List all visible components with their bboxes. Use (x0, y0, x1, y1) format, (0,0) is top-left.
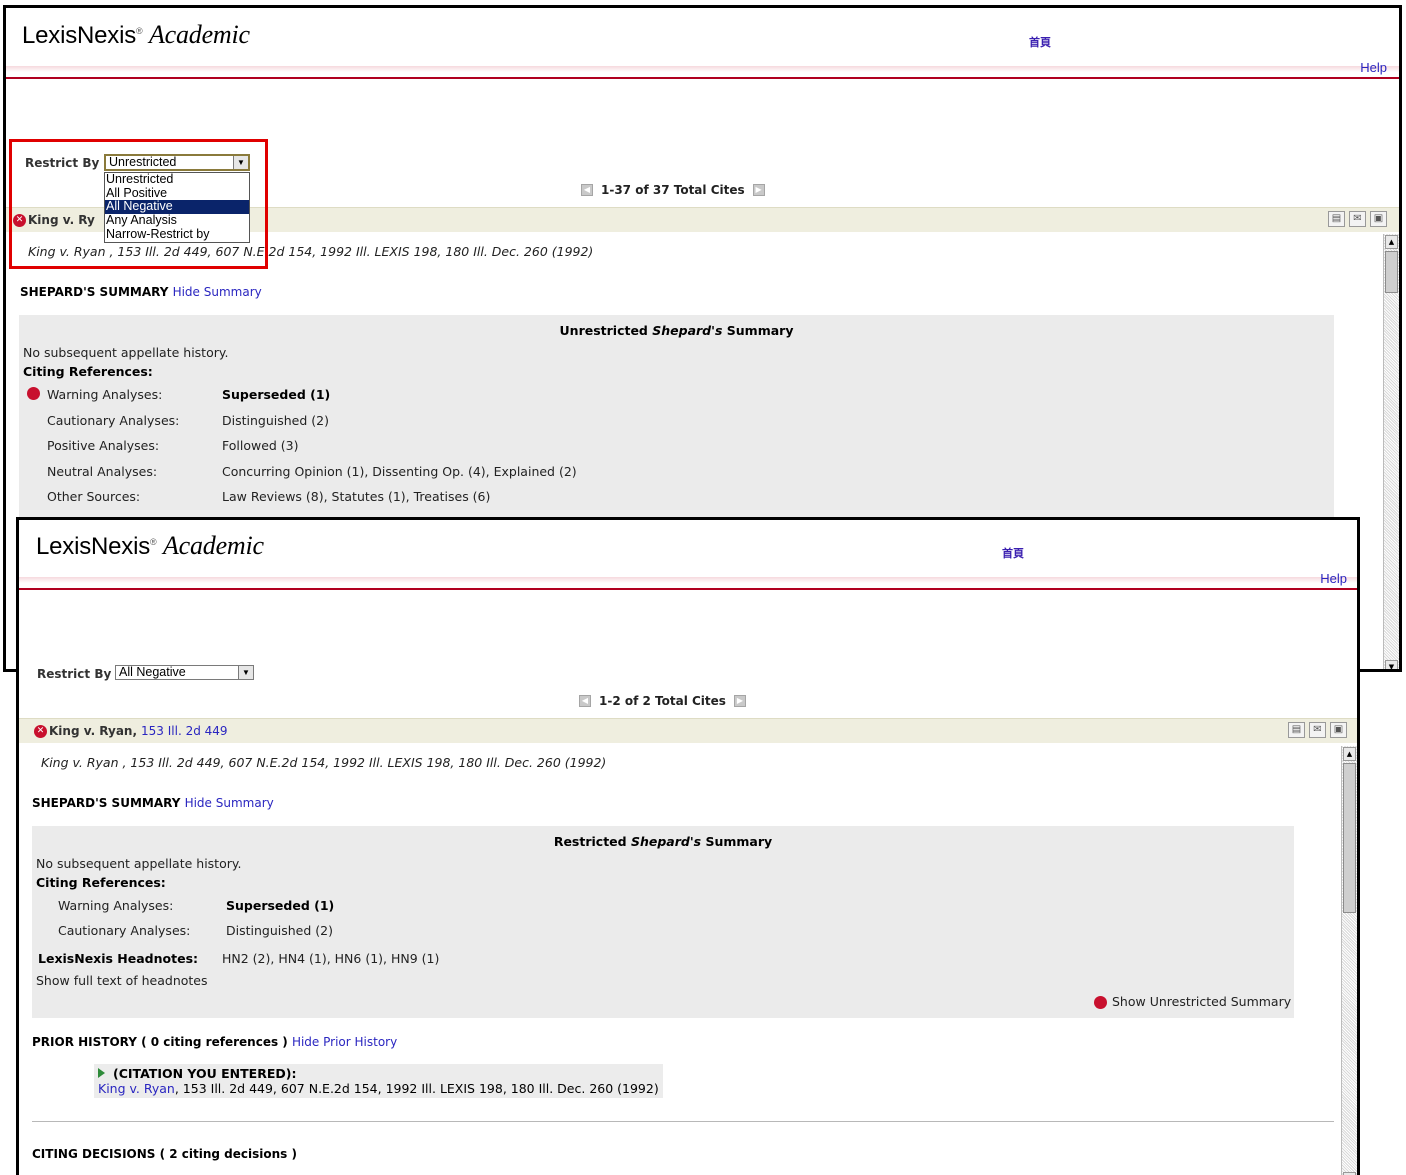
warning-analyses-label: Warning Analyses: (58, 898, 174, 913)
pagination-text: 1-2 of 2 Total Cites (599, 694, 726, 708)
document-tools: ▤ ✉ ▣ (1288, 722, 1347, 738)
entered-case-link[interactable]: King v. Ryan (98, 1081, 175, 1096)
no-history-text: No subsequent appellate history. (36, 856, 242, 871)
save-icon[interactable]: ▣ (1330, 722, 1347, 738)
pagination-text: 1-37 of 37 Total Cites (601, 183, 745, 197)
warning-analyses-value[interactable]: Superseded (1) (226, 898, 334, 913)
email-icon[interactable]: ✉ (1309, 722, 1326, 738)
print-icon[interactable]: ▤ (1288, 722, 1305, 738)
shepards-summary-box: Restricted Shepard's Summary No subseque… (32, 826, 1294, 1018)
vertical-scrollbar[interactable]: ▲ ▼ (1383, 234, 1399, 669)
citation-entered-label: (CITATION YOU ENTERED): (113, 1066, 297, 1081)
vertical-scrollbar[interactable]: ▲ ▼ (1341, 746, 1357, 1175)
print-icon[interactable]: ▤ (1328, 211, 1345, 227)
shepards-summary-heading: SHEPARD'S SUMMARY Hide Summary (20, 285, 262, 299)
unrestricted-stop-icon (1094, 996, 1107, 1009)
citation-entered-block: (CITATION YOU ENTERED): King v. Ryan, 15… (94, 1064, 663, 1098)
document-tools: ▤ ✉ ▣ (1328, 211, 1387, 227)
restricted-results-window: LexisNexis® Academic 首頁 Help Restrict By… (16, 517, 1360, 1175)
show-full-headnotes-link[interactable]: Show full text of headnotes (36, 973, 208, 988)
next-page-icon[interactable]: ▶ (752, 184, 765, 196)
header-shade (6, 66, 1399, 72)
restrict-by-label: Restrict By (37, 667, 112, 681)
neutral-analyses-label: Neutral Analyses: (47, 464, 158, 479)
save-icon[interactable]: ▣ (1370, 211, 1387, 227)
cautionary-analyses-label: Cautionary Analyses: (58, 923, 191, 938)
pagination: ◀ 1-2 of 2 Total Cites ▶ (579, 694, 746, 708)
next-page-icon[interactable]: ▶ (733, 695, 746, 707)
headnotes-value[interactable]: HN2 (2), HN4 (1), HN6 (1), HN9 (1) (222, 951, 439, 966)
citing-references-label: Citing References: (36, 875, 166, 890)
cautionary-analyses-value[interactable]: Distinguished (2) (226, 923, 333, 938)
restrict-by-select[interactable]: All Negative ▼ (115, 665, 254, 680)
show-unrestricted-summary-link[interactable]: Show Unrestricted Summary (1112, 994, 1291, 1009)
full-citation: King v. Ryan , 153 Ill. 2d 449, 607 N.E.… (41, 755, 607, 770)
entered-citation-text: , 153 Ill. 2d 449, 607 N.E.2d 154, 1992 … (174, 1081, 659, 1096)
case-citation-link[interactable]: 153 Ill. 2d 449 (141, 724, 228, 738)
headnotes-label: LexisNexis Headnotes: (38, 951, 199, 966)
x-circle-icon[interactable]: ✕ (34, 724, 47, 738)
section-divider (32, 1121, 1334, 1122)
header-shade (19, 577, 1357, 583)
scroll-down-icon[interactable]: ▼ (1385, 660, 1398, 669)
hide-summary-link[interactable]: Hide Summary (173, 285, 262, 299)
highlight-annotation (9, 139, 268, 269)
prev-page-icon[interactable]: ◀ (581, 184, 593, 196)
prior-history-heading: PRIOR HISTORY ( 0 citing references ) Hi… (32, 1035, 398, 1049)
summary-title: Restricted Shepard's Summary (553, 834, 773, 849)
scrollbar-thumb[interactable] (1385, 251, 1398, 293)
header-rule (19, 588, 1357, 590)
citing-references-label: Citing References: (23, 364, 153, 379)
no-history-text: No subsequent appellate history. (23, 345, 229, 360)
warning-analyses-value[interactable]: Superseded (1) (222, 387, 330, 402)
restrict-by-value: All Negative (119, 665, 186, 679)
neutral-analyses-value[interactable]: Concurring Opinion (1), Dissenting Op. (… (222, 464, 577, 479)
scroll-up-icon[interactable]: ▲ (1343, 747, 1356, 761)
hide-prior-history-link[interactable]: Hide Prior History (292, 1035, 397, 1049)
case-name: King v. Ryan, (49, 724, 138, 738)
shepards-summary-heading: SHEPARD'S SUMMARY Hide Summary (32, 796, 274, 810)
warning-analyses-label: Warning Analyses: (47, 387, 163, 402)
lexisnexis-logo: LexisNexis® Academic (22, 20, 250, 49)
citing-decisions-heading: CITING DECISIONS ( 2 citing decisions ) (32, 1147, 297, 1161)
email-icon[interactable]: ✉ (1349, 211, 1366, 227)
summary-title: Unrestricted Shepard's Summary (559, 323, 794, 338)
help-link[interactable]: Help (1320, 571, 1347, 586)
home-link[interactable]: 首頁 (1029, 34, 1051, 50)
home-link[interactable]: 首頁 (1002, 545, 1024, 561)
other-sources-label: Other Sources: (47, 489, 141, 504)
cautionary-analyses-value[interactable]: Distinguished (2) (222, 413, 329, 428)
hide-summary-link[interactable]: Hide Summary (185, 796, 274, 810)
help-link[interactable]: Help (1360, 60, 1387, 75)
scrollbar-thumb[interactable] (1343, 763, 1356, 913)
chevron-down-icon[interactable]: ▼ (238, 666, 253, 679)
case-title: ✕ King v. Ryan, 153 Ill. 2d 449 (34, 724, 228, 738)
warning-stop-icon (27, 387, 40, 400)
header-rule (6, 77, 1399, 79)
scroll-up-icon[interactable]: ▲ (1385, 235, 1398, 249)
expand-triangle-icon[interactable] (98, 1068, 105, 1078)
lexisnexis-logo: LexisNexis® Academic (36, 531, 264, 560)
positive-analyses-value[interactable]: Followed (3) (222, 438, 299, 453)
positive-analyses-label: Positive Analyses: (47, 438, 160, 453)
other-sources-value[interactable]: Law Reviews (8), Statutes (1), Treatises… (222, 489, 490, 504)
prev-page-icon[interactable]: ◀ (579, 695, 591, 707)
pagination: ◀ 1-37 of 37 Total Cites ▶ (581, 183, 765, 197)
cautionary-analyses-label: Cautionary Analyses: (47, 413, 180, 428)
